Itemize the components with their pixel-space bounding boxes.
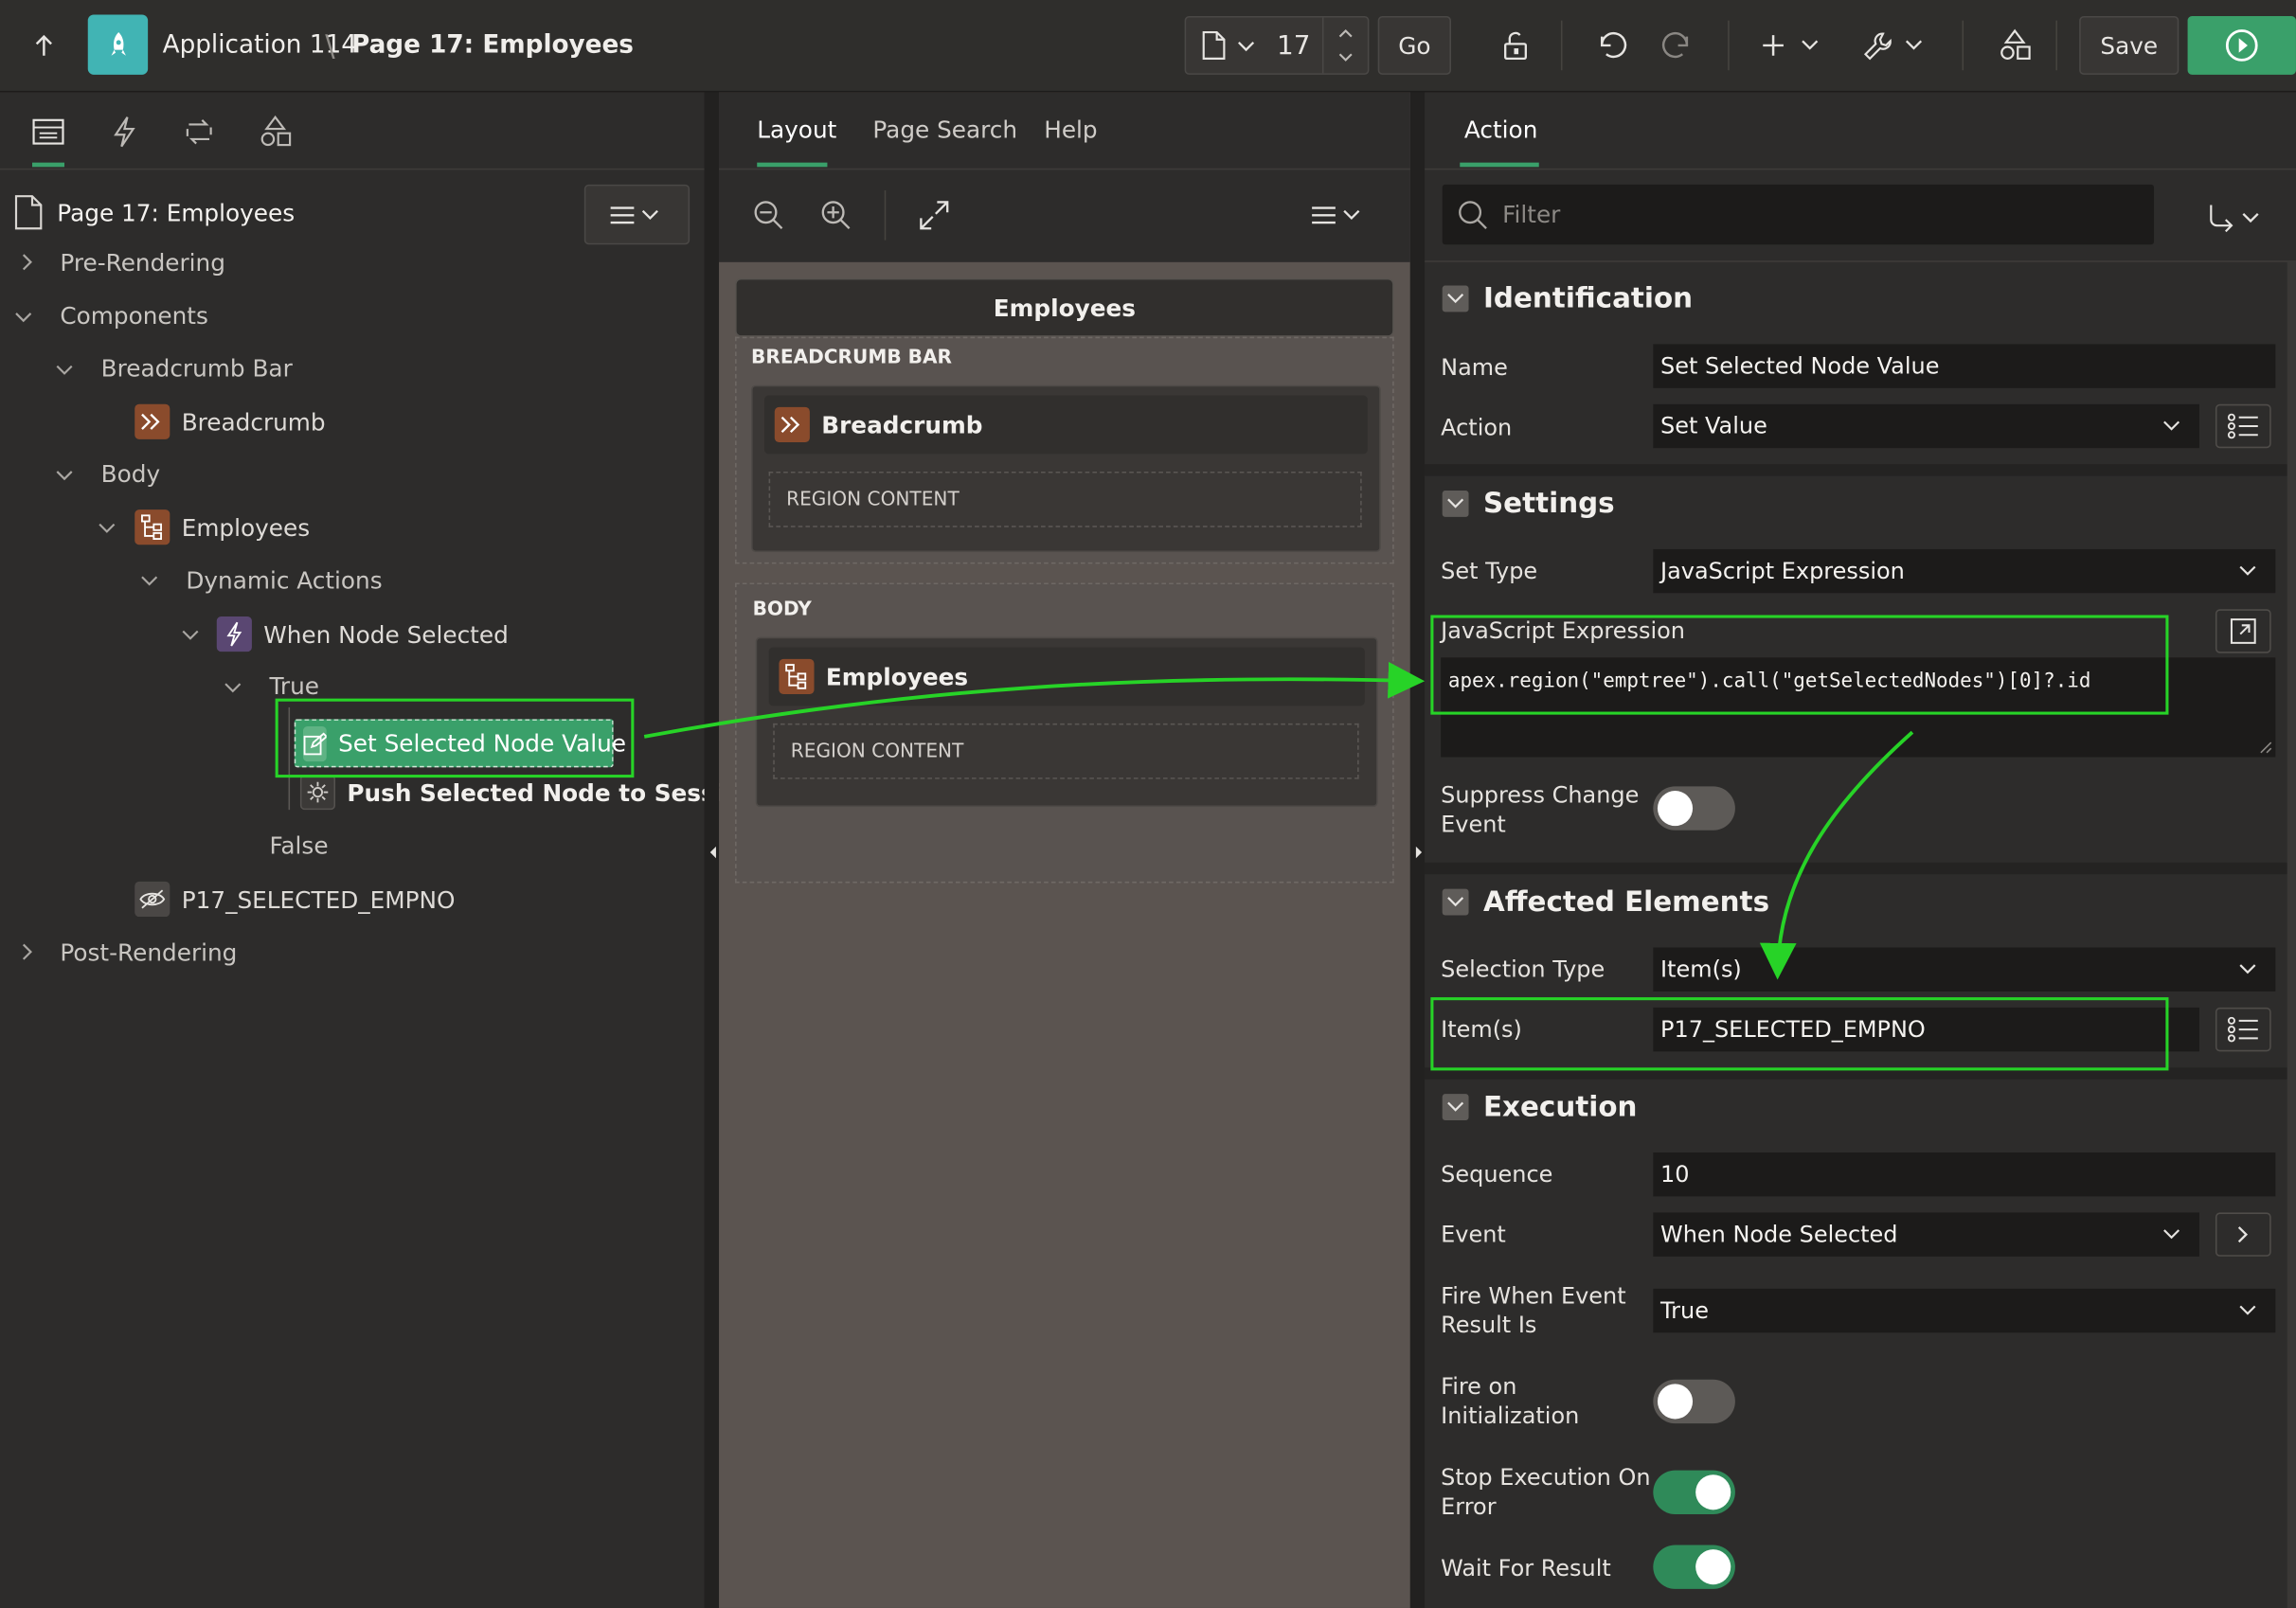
annotation-arrows	[643, 661, 1914, 980]
page-designer: Application 114 \ Page 17: Employees 17 …	[0, 0, 2296, 1608]
arrow-to-js-expression	[643, 661, 1426, 739]
arrow-to-items	[1759, 730, 1914, 980]
